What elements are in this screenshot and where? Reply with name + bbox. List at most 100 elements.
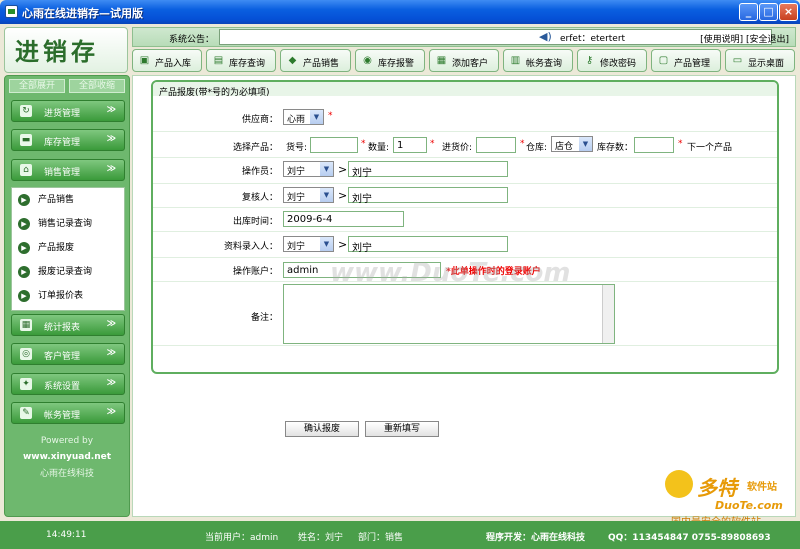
price-input[interactable] xyxy=(476,137,516,153)
reviewer-select[interactable]: 刘宁 ▼ xyxy=(283,187,334,203)
warehouse-select[interactable]: 店仓 ▼ xyxy=(551,136,593,152)
entry-input[interactable]: 刘宁 xyxy=(348,236,508,254)
expand-all-button[interactable]: 全部展开 xyxy=(9,79,65,93)
reviewer-row: 复核人： 刘宁 ▼ > 刘宁 xyxy=(153,184,777,208)
purchase-icon: ↻ xyxy=(20,105,32,117)
stock-icon: ▬ xyxy=(20,134,32,146)
sidebar-item-accounts[interactable]: ✎ 帐务管理 ≫ xyxy=(11,402,125,424)
mascot-icon xyxy=(665,470,693,498)
next-product-link[interactable]: 下一个产品 xyxy=(687,140,732,153)
nav-account-query[interactable]: ▥ 帐务查询 xyxy=(503,49,573,72)
submenu-item[interactable]: ▶ 销售记录查询 xyxy=(18,216,92,232)
chevron-icon: ≫ xyxy=(106,134,116,144)
duote-brand: 多特 软件站 DuoTe.com 国内最安全的软件站 xyxy=(665,470,795,528)
book-icon: ▤ xyxy=(213,55,224,66)
minimize-button[interactable]: _ xyxy=(739,3,758,21)
required-star: * xyxy=(430,139,435,149)
current-user: 当前用户：admin xyxy=(205,533,279,543)
chevron-icon: ≫ xyxy=(106,407,116,417)
price-label: 进货价: xyxy=(442,143,473,153)
supplier-select[interactable]: 心雨 ▼ xyxy=(283,109,324,125)
product-label: 选择产品： xyxy=(232,143,278,153)
title-bar: 心雨在线进销存—试用版 _ □ × xyxy=(0,0,800,24)
remark-textarea[interactable] xyxy=(283,284,615,344)
speaker-icon: ◀) xyxy=(539,30,552,43)
close-button[interactable]: × xyxy=(779,3,798,21)
nav-product-manage[interactable]: ▢ 产品管理 xyxy=(651,49,721,72)
code-input[interactable] xyxy=(310,137,358,153)
chevron-down-icon: ▼ xyxy=(320,162,333,176)
sidebar-toggle: 全部展开 全部收缩 xyxy=(9,79,127,93)
alarm-icon: ◉ xyxy=(363,55,372,66)
clock: 14:49:11 xyxy=(46,530,87,540)
submenu-item[interactable]: ▶ 报废记录查询 xyxy=(18,264,92,280)
report-icon: ▦ xyxy=(20,319,32,331)
scrap-form-panel: 产品报废(带*号的为必填项) 供应商： 心雨 ▼ * 选择产品： 货号: * 数量… xyxy=(151,80,779,374)
required-star: * xyxy=(678,139,683,149)
help-links[interactable]: [使用说明] [安全退出] xyxy=(700,32,789,45)
sidebar-item-reports[interactable]: ▦ 统计报表 ≫ xyxy=(11,314,125,336)
stock-input[interactable] xyxy=(634,137,674,153)
date-row: 出库时间： 2009-6-4 xyxy=(153,208,777,232)
sidebar-item-stock[interactable]: ▬ 库存管理 ≫ xyxy=(11,129,125,151)
box-in-icon: ▣ xyxy=(139,55,150,66)
code-label: 货号: xyxy=(286,143,308,153)
sidebar-item-customers[interactable]: ◎ 客户管理 ≫ xyxy=(11,343,125,365)
confirm-scrap-button[interactable]: 确认报废 xyxy=(285,421,359,437)
remark-label: 备注： xyxy=(250,313,278,323)
operator-select[interactable]: 刘宁 ▼ xyxy=(283,161,334,177)
contact: QQ：113454847 0755-89808693 xyxy=(608,533,771,543)
collapse-all-button[interactable]: 全部收缩 xyxy=(69,79,125,93)
sidebar-item-sales[interactable]: ⌂ 销售管理 ≫ xyxy=(11,159,125,181)
chevron-down-icon: ▼ xyxy=(320,237,333,251)
nav-change-password[interactable]: ⚷ 修改密码 xyxy=(577,49,647,72)
powered-by: Powered by xyxy=(40,436,94,446)
chevron-down-icon: ▼ xyxy=(320,188,333,202)
submenu-item[interactable]: ▶ 订单报价表 xyxy=(18,288,83,304)
submenu-item[interactable]: ▶ 产品报废 xyxy=(18,240,74,256)
key-icon: ⚷ xyxy=(585,55,594,66)
status-bar: 14:49:11 当前用户：admin 姓名：刘宁 部门：销售 程序开发：心雨在… xyxy=(0,521,800,549)
scrollbar[interactable] xyxy=(602,285,614,343)
nav-add-customer[interactable]: ▦ 添加客户 xyxy=(429,49,499,72)
form-title: 产品报废(带*号的为必填项) xyxy=(153,82,777,98)
nav-show-desktop[interactable]: ▭ 显示桌面 xyxy=(725,49,795,72)
play-icon: ▶ xyxy=(18,290,30,302)
site-link[interactable]: www.xinyuad.net xyxy=(5,452,129,462)
supplier-label: 供应商： xyxy=(241,115,278,125)
nav-stock-query[interactable]: ▤ 库存查询 xyxy=(206,49,276,72)
maximize-button[interactable]: □ xyxy=(759,3,778,21)
stock-label: 库存数： xyxy=(597,143,634,153)
sidebar-item-purchase[interactable]: ↻ 进货管理 ≫ xyxy=(11,100,125,122)
submenu-item[interactable]: ▶ 产品销售 xyxy=(18,192,74,208)
required-star: * xyxy=(361,139,366,149)
add-user-icon: ▦ xyxy=(436,55,447,66)
qty-input[interactable]: 1 xyxy=(393,137,427,153)
nav-product-in[interactable]: ▣ 产品入库 xyxy=(132,49,202,72)
sales-icon: ⌂ xyxy=(20,164,32,176)
play-icon: ▶ xyxy=(18,194,30,206)
chevron-down-icon: ▼ xyxy=(579,137,592,151)
notice-box xyxy=(219,29,772,45)
entry-select[interactable]: 刘宁 ▼ xyxy=(283,236,334,252)
chevron-down-icon: ▼ xyxy=(310,110,323,124)
folder-icon: ▢ xyxy=(658,55,669,66)
entry-label: 资料录入人： xyxy=(223,242,278,252)
reset-button[interactable]: 重新填写 xyxy=(365,421,439,437)
nav-stock-alarm[interactable]: ◉ 库存报警 xyxy=(355,49,425,72)
nav-product-sales[interactable]: ◆ 产品销售 xyxy=(280,49,351,72)
arrow-symbol: > xyxy=(338,238,348,251)
watermark: www.DuoTe.com xyxy=(330,258,571,288)
sales-submenu: ▶ 产品销售 ▶ 销售记录查询 ▶ 产品报废 ▶ 报废记录查询 ▶ 订单报价表 xyxy=(11,187,125,311)
date-input[interactable]: 2009-6-4 xyxy=(283,211,404,227)
accounts-icon: ✎ xyxy=(20,407,32,419)
operator-input[interactable]: 刘宁 xyxy=(348,161,508,179)
chevron-icon: ≫ xyxy=(106,378,116,388)
reviewer-input[interactable]: 刘宁 xyxy=(348,187,508,205)
chevron-icon: ≫ xyxy=(106,348,116,358)
sidebar-item-settings[interactable]: ✦ 系统设置 ≫ xyxy=(11,373,125,395)
supplier-row: 供应商： 心雨 ▼ * xyxy=(153,106,777,132)
top-nav: ▣ 产品入库 ▤ 库存查询 ◆ 产品销售 ◉ 库存报警 ▦ 添加客户 ▥ 帐务查询 ⚷ 修改密… xyxy=(132,49,796,73)
window-title: 心雨在线进销存—试用版 xyxy=(22,7,143,20)
entry-row: 资料录入人： 刘宁 ▼ > 刘宁 xyxy=(153,232,777,258)
